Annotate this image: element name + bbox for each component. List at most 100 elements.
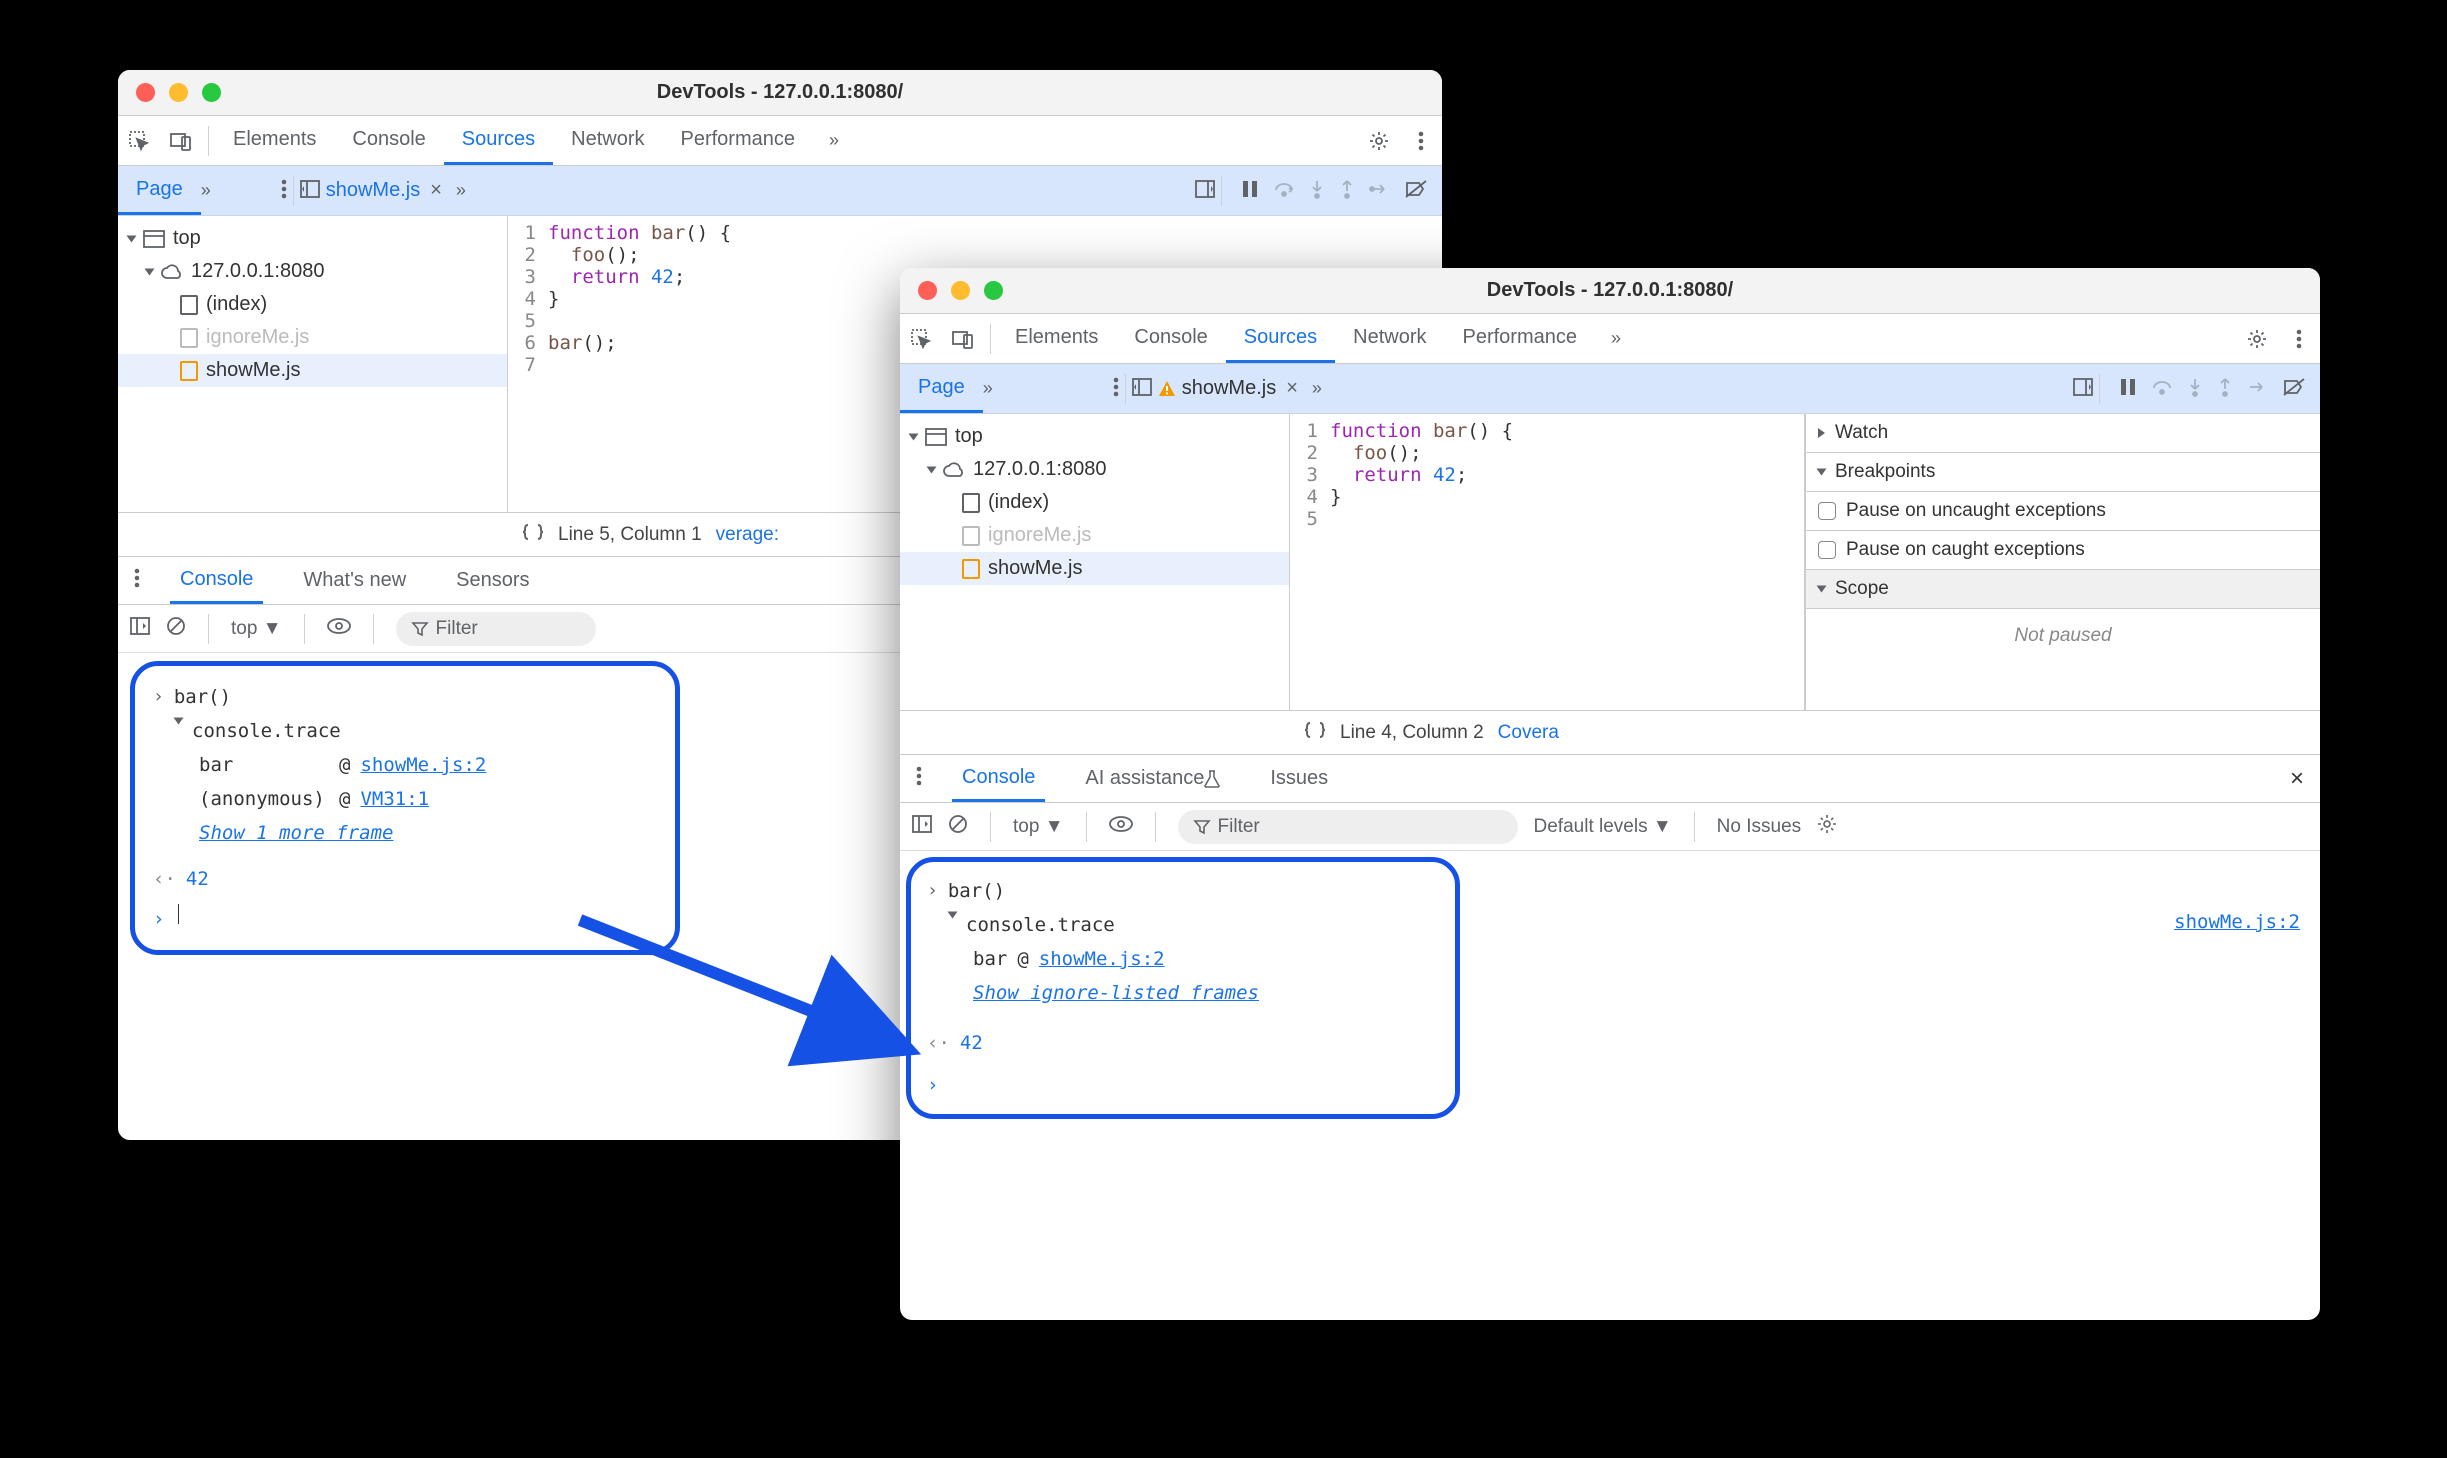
device-toolbar-icon[interactable]	[160, 122, 202, 160]
step-over-icon[interactable]	[1274, 180, 1294, 201]
pretty-print-icon[interactable]	[1304, 721, 1326, 745]
deactivate-breakpoints-icon[interactable]	[2282, 378, 2306, 399]
show-ignored-frames-link[interactable]: Show ignore-listed frames	[973, 978, 1259, 1008]
step-into-icon[interactable]	[1310, 180, 1324, 201]
tree-file-showme[interactable]: showMe.js	[118, 354, 507, 387]
step-icon[interactable]	[2248, 380, 2266, 397]
pause-caught-checkbox[interactable]: Pause on caught exceptions	[1806, 531, 2320, 570]
maximize-window-icon[interactable]	[984, 281, 1003, 300]
gear-icon[interactable]	[1358, 122, 1400, 160]
close-window-icon[interactable]	[136, 83, 155, 102]
pretty-print-icon[interactable]	[522, 523, 544, 547]
minimize-window-icon[interactable]	[951, 281, 970, 300]
breakpoints-section[interactable]: Breakpoints	[1806, 453, 2320, 492]
source-link[interactable]: showMe.js:2	[1039, 944, 1165, 974]
more-page-tabs-icon[interactable]: »	[983, 378, 993, 399]
show-more-frames-link[interactable]: Show 1 more frame	[199, 818, 393, 848]
code-editor[interactable]: 1function bar() { 2 foo(); 3 return 42; …	[1290, 414, 1805, 710]
tree-top[interactable]: top	[118, 222, 507, 255]
tab-console[interactable]: Console	[1116, 314, 1225, 363]
tree-top[interactable]: top	[900, 420, 1289, 453]
toggle-navigator-icon[interactable]	[300, 180, 320, 201]
tab-network[interactable]: Network	[1335, 314, 1444, 363]
console-filter[interactable]: Filter	[1178, 810, 1518, 844]
inspect-icon[interactable]	[900, 320, 942, 358]
kebab-icon[interactable]	[134, 568, 140, 594]
kebab-icon[interactable]	[281, 179, 287, 202]
step-out-icon[interactable]	[1340, 180, 1354, 201]
minimize-window-icon[interactable]	[169, 83, 188, 102]
inspect-icon[interactable]	[118, 122, 160, 160]
kebab-icon[interactable]	[1113, 377, 1119, 400]
live-expression-icon[interactable]	[327, 618, 351, 640]
source-link[interactable]: showMe.js:2	[360, 750, 486, 780]
expand-icon[interactable]: ›	[927, 876, 938, 906]
trace-source-link[interactable]: showMe.js:2	[2174, 911, 2300, 933]
close-window-icon[interactable]	[918, 281, 937, 300]
close-drawer-icon[interactable]: ×	[2290, 765, 2304, 793]
drawer-tab-issues[interactable]: Issues	[1260, 755, 1338, 802]
drawer-tab-console[interactable]: Console	[170, 557, 263, 604]
kebab-icon[interactable]	[2278, 320, 2320, 358]
device-toolbar-icon[interactable]	[942, 320, 984, 358]
pause-icon[interactable]	[1242, 180, 1258, 201]
sidebar-toggle-icon[interactable]	[130, 617, 150, 641]
toggle-debugger-icon[interactable]	[2073, 378, 2093, 399]
more-page-tabs-icon[interactable]: »	[201, 180, 211, 201]
maximize-window-icon[interactable]	[202, 83, 221, 102]
tree-host[interactable]: 127.0.0.1:8080	[118, 255, 507, 288]
drawer-tab-whatsnew[interactable]: What's new	[293, 557, 416, 604]
pause-uncaught-checkbox[interactable]: Pause on uncaught exceptions	[1806, 492, 2320, 531]
tree-file-ignoreme[interactable]: ignoreMe.js	[118, 321, 507, 354]
step-out-icon[interactable]	[2218, 378, 2232, 399]
tree-file-showme[interactable]: showMe.js	[900, 552, 1289, 585]
tab-elements[interactable]: Elements	[997, 314, 1116, 363]
tab-console[interactable]: Console	[334, 116, 443, 165]
tab-network[interactable]: Network	[553, 116, 662, 165]
scope-section[interactable]: Scope	[1806, 570, 2320, 609]
step-icon[interactable]	[1370, 182, 1388, 199]
source-file-tab[interactable]: showMe.js ×	[320, 175, 448, 206]
tab-sources[interactable]: Sources	[1226, 314, 1335, 363]
console-filter[interactable]: Filter	[396, 612, 596, 646]
issues-count[interactable]: No Issues	[1717, 816, 1801, 838]
tree-file-ignoreme[interactable]: ignoreMe.js	[900, 519, 1289, 552]
context-selector[interactable]: top ▼	[231, 618, 282, 640]
expand-icon[interactable]: ›	[153, 682, 164, 712]
tree-host[interactable]: 127.0.0.1:8080	[900, 453, 1289, 486]
pause-icon[interactable]	[2120, 378, 2136, 399]
deactivate-breakpoints-icon[interactable]	[1404, 180, 1428, 201]
more-tabs-icon[interactable]: »	[813, 122, 855, 160]
more-files-icon[interactable]: »	[1312, 378, 1322, 399]
step-over-icon[interactable]	[2152, 378, 2172, 399]
page-tab[interactable]: Page	[118, 166, 201, 215]
more-files-icon[interactable]: »	[456, 180, 466, 201]
source-link[interactable]: VM31:1	[360, 784, 429, 814]
gear-icon[interactable]	[2236, 320, 2278, 358]
toggle-navigator-icon[interactable]	[1132, 378, 1152, 399]
source-file-tab[interactable]: showMe.js ×	[1152, 373, 1304, 404]
gear-icon[interactable]	[1817, 814, 1837, 840]
levels-selector[interactable]: Default levels ▼	[1534, 816, 1672, 838]
sidebar-toggle-icon[interactable]	[912, 815, 932, 839]
tab-performance[interactable]: Performance	[663, 116, 814, 165]
more-tabs-icon[interactable]: »	[1595, 320, 1637, 358]
prompt-icon[interactable]: ›	[927, 1070, 938, 1100]
tree-file-index[interactable]: (index)	[900, 486, 1289, 519]
tree-file-index[interactable]: (index)	[118, 288, 507, 321]
prompt-icon[interactable]: ›	[153, 904, 164, 934]
clear-console-icon[interactable]	[948, 814, 968, 840]
tab-elements[interactable]: Elements	[215, 116, 334, 165]
close-icon[interactable]: ×	[1286, 377, 1298, 400]
kebab-icon[interactable]	[916, 766, 922, 792]
tab-performance[interactable]: Performance	[1445, 314, 1596, 363]
clear-console-icon[interactable]	[166, 616, 186, 642]
close-icon[interactable]: ×	[430, 179, 442, 202]
kebab-icon[interactable]	[1400, 122, 1442, 160]
context-selector[interactable]: top ▼	[1013, 816, 1064, 838]
page-tab[interactable]: Page	[900, 364, 983, 413]
step-into-icon[interactable]	[2188, 378, 2202, 399]
live-expression-icon[interactable]	[1109, 816, 1133, 838]
tab-sources[interactable]: Sources	[444, 116, 553, 165]
watch-section[interactable]: Watch	[1806, 414, 2320, 453]
